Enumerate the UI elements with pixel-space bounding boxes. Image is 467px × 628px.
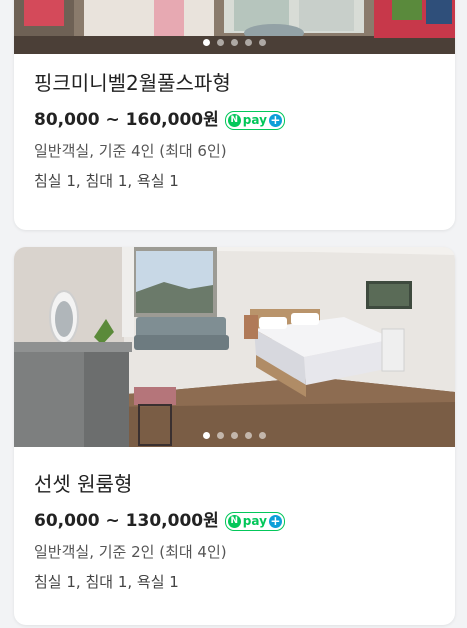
- room-photo: [14, 247, 455, 447]
- room-config: 침실 1, 침대 1, 욕실 1: [34, 573, 179, 591]
- carousel-dot[interactable]: [259, 432, 266, 439]
- carousel-dot[interactable]: [231, 39, 238, 46]
- room-photo-carousel[interactable]: [14, 0, 455, 54]
- carousel-indicator: [14, 39, 455, 46]
- naver-pay-badge: N pay +: [224, 511, 285, 531]
- carousel-dot[interactable]: [203, 432, 210, 439]
- carousel-dot[interactable]: [217, 39, 224, 46]
- listing-card[interactable]: 선셋 원룸형 60,000 ~ 130,000원 N pay + 일반객실, 기…: [14, 247, 455, 625]
- plus-icon: +: [268, 513, 282, 528]
- room-config: 침실 1, 침대 1, 욕실 1: [34, 172, 179, 190]
- carousel-dot[interactable]: [259, 39, 266, 46]
- carousel-dot[interactable]: [231, 432, 238, 439]
- plus-icon: +: [268, 112, 282, 127]
- carousel-dot[interactable]: [245, 432, 252, 439]
- carousel-dot[interactable]: [245, 39, 252, 46]
- naver-pay-badge: N pay +: [224, 110, 285, 130]
- price-range: 60,000 ~ 130,000원: [34, 511, 219, 531]
- listing-title[interactable]: 핑크미니벨2월풀스파형: [34, 70, 435, 96]
- room-photo-carousel[interactable]: [14, 247, 455, 447]
- capacity-info: 일반객실, 기준 2인 (최대 4인): [34, 543, 227, 561]
- listing-title[interactable]: 선셋 원룸형: [34, 471, 435, 497]
- carousel-dot[interactable]: [203, 39, 210, 46]
- carousel-indicator: [14, 432, 455, 439]
- carousel-dot[interactable]: [217, 432, 224, 439]
- npay-label: pay: [242, 113, 267, 127]
- price-range: 80,000 ~ 160,000원: [34, 110, 219, 130]
- naver-n-icon: N: [227, 514, 241, 528]
- listing-card[interactable]: 핑크미니벨2월풀스파형 80,000 ~ 160,000원 N pay + 일반…: [14, 0, 455, 230]
- naver-n-icon: N: [227, 113, 241, 127]
- capacity-info: 일반객실, 기준 4인 (최대 6인): [34, 142, 227, 160]
- npay-label: pay: [242, 514, 267, 528]
